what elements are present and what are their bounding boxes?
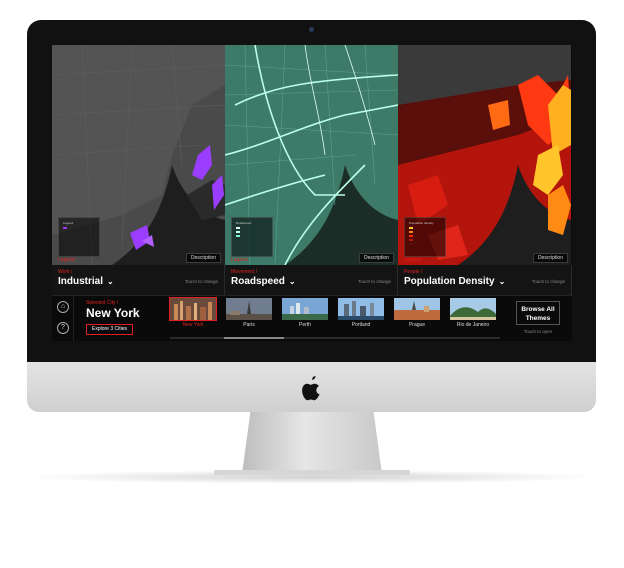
theme-selector-population-density[interactable]: People / Population Density ⌄ Touch to ch… (398, 265, 572, 295)
legend-box: Roadspeed (231, 217, 273, 257)
city-thumb-perth[interactable]: Perth (282, 298, 328, 334)
stand-foot (214, 470, 410, 475)
legend-title: Roadspeed (236, 221, 252, 225)
chevron-down-icon[interactable]: ⌄ (499, 277, 506, 286)
city-thumb-label: Perth (299, 322, 311, 328)
thumbnail-scrollbar-thumb[interactable] (224, 337, 284, 339)
legend-swatch (409, 239, 413, 241)
camera-icon (309, 27, 314, 32)
description-button[interactable]: Description (532, 253, 568, 263)
touch-to-change-hint: Touch to change (357, 279, 391, 284)
city-thumb-new-york[interactable]: New York (169, 297, 217, 334)
map-panel-industrial[interactable]: Legend Legend Description (52, 45, 225, 265)
theme-name[interactable]: Population Density ⌄ (404, 276, 505, 287)
legend-title: Population density (409, 221, 434, 225)
browse-all-themes-button[interactable]: Browse All Themes (516, 301, 560, 325)
city-photo (394, 298, 440, 320)
apple-logo-icon (302, 376, 320, 401)
touch-to-change-hint: Touch to change (531, 279, 565, 284)
legend-swatch (63, 227, 67, 229)
legend-swatch (409, 231, 413, 233)
selected-city-name: New York (86, 306, 140, 320)
touch-to-open-hint: Touch to open (523, 329, 553, 334)
chevron-down-icon[interactable]: ⌄ (107, 277, 114, 286)
city-photo (450, 298, 496, 320)
city-photo (169, 297, 217, 321)
city-thumb-label: Paris (243, 322, 255, 328)
thumbnail-scrollbar[interactable] (170, 337, 500, 339)
theme-selector-industrial[interactable]: Work / Industrial ⌄ Touch to change (52, 265, 225, 295)
legend-swatch (409, 243, 413, 245)
city-thumb-rio-de-janeiro[interactable]: Rio de Janeiro (450, 298, 496, 334)
city-thumb-label: Prague (408, 322, 426, 328)
legend-swatch (236, 235, 240, 237)
legend-box: Population density (404, 217, 446, 257)
legend-link[interactable]: Legend (231, 257, 248, 263)
city-thumb-label: New York (182, 322, 204, 328)
city-photo (338, 298, 384, 320)
legend-swatch (236, 231, 240, 233)
city-thumbnail-strip[interactable]: New York Paris Perth Portland Prague Rio… (169, 297, 500, 338)
city-thumb-paris[interactable]: Paris (226, 298, 272, 334)
imac-mockup: Legend Legend Description Roadspeed Lege… (0, 0, 624, 568)
city-thumb-prague[interactable]: Prague (394, 298, 440, 334)
description-button[interactable]: Description (185, 253, 221, 263)
theme-name[interactable]: Industrial ⌄ (58, 276, 114, 287)
explore-cities-button[interactable]: Explore 3 Cities (86, 324, 134, 335)
side-icon-column: ⌂ ? (52, 296, 74, 341)
theme-category: Movement / (231, 269, 258, 275)
legend-link[interactable]: Legend (58, 257, 75, 263)
map-panel-population-density[interactable]: Population density Legend Description (398, 45, 572, 265)
monitor-stand (242, 412, 382, 474)
theme-name[interactable]: Roadspeed ⌄ (231, 276, 296, 287)
city-thumb-label: Portland (351, 322, 371, 328)
city-photo (226, 298, 272, 320)
legend-link[interactable]: Legend (404, 257, 421, 263)
legend-swatch (236, 227, 240, 229)
description-button[interactable]: Description (358, 253, 394, 263)
home-icon[interactable]: ⌂ (57, 301, 69, 313)
city-thumb-label: Rio de Janeiro (456, 322, 490, 328)
theme-selector-roadspeed[interactable]: Movement / Roadspeed ⌄ Touch to change (225, 265, 398, 295)
map-panel-roadspeed[interactable]: Roadspeed Legend Description (225, 45, 398, 265)
city-photo (282, 298, 328, 320)
city-thumb-portland[interactable]: Portland (338, 298, 384, 334)
help-icon[interactable]: ? (57, 322, 69, 334)
city-selector-bar: ⌂ ? Selected City / New York Explore 3 C… (52, 295, 572, 341)
touch-to-change-hint: Touch to change (184, 279, 218, 284)
legend-swatch (409, 235, 413, 237)
chevron-down-icon[interactable]: ⌄ (289, 277, 296, 286)
legend-box: Legend (58, 217, 100, 257)
theme-category: People / (404, 269, 423, 275)
theme-category: Work / (58, 269, 73, 275)
legend-title: Legend (63, 221, 74, 225)
app-screen: Legend Legend Description Roadspeed Lege… (52, 45, 572, 341)
legend-swatch (409, 227, 413, 229)
